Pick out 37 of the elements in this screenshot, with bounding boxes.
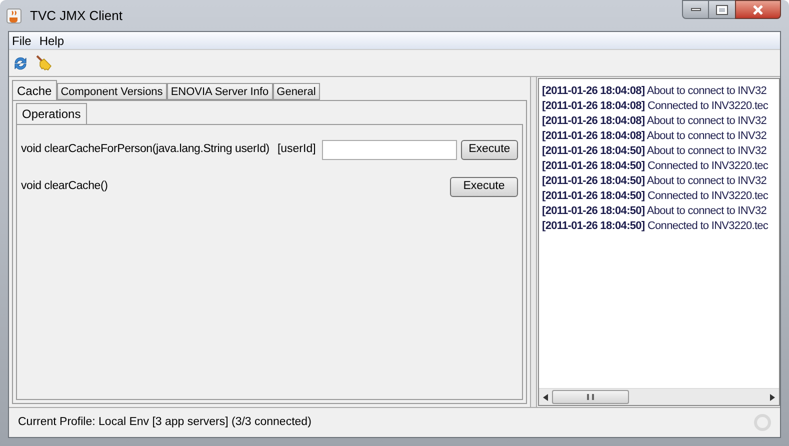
menu-item[interactable]: Help — [39, 32, 64, 50]
menu-item[interactable]: File — [12, 32, 32, 50]
log-line: [2011-01-26 18:04:50] About to connect to INV32 — [542, 144, 768, 159]
log-line: [2011-01-26 18:04:50] About to connect to INV32 — [542, 174, 768, 189]
log-line: [2011-01-26 18:04:08] About to connect to INV32 — [542, 84, 768, 99]
window-title: TVC JMX Client — [30, 6, 122, 25]
tab[interactable]: ENOVIA Server Info — [166, 83, 273, 100]
scroll-left-icon[interactable] — [543, 394, 548, 400]
coffee-cup-icon — [6, 8, 22, 24]
tab[interactable]: Operations — [16, 103, 87, 124]
close-icon — [752, 4, 764, 14]
log-line: [2011-01-26 18:04:08] About to connect to INV32 — [542, 129, 768, 144]
parameter-label: [userId] — [277, 142, 316, 157]
log-line: [2011-01-26 18:04:08] About to connect to INV32 — [542, 114, 768, 129]
scroll-right-icon[interactable] — [770, 394, 775, 400]
scrollbar-thumb[interactable] — [552, 390, 629, 404]
horizontal-scrollbar[interactable] — [539, 388, 779, 405]
log-line: [2011-01-26 18:04:50] Connected to INV3220.tec — [542, 189, 770, 204]
execute-button[interactable]: Execute — [460, 140, 518, 160]
tab[interactable]: Cache — [12, 80, 57, 100]
log-line: [2011-01-26 18:04:50] Connected to INV3220.tec — [542, 219, 770, 234]
tab[interactable]: Component Versions — [56, 83, 167, 100]
minimize-button[interactable] — [682, 0, 709, 19]
tab[interactable]: General — [272, 83, 320, 100]
operation-signature: void clearCacheForPerson(java.lang.String userId) — [21, 142, 270, 157]
log-line: [2011-01-26 18:04:08] Connected to INV3220.tec — [542, 99, 770, 114]
broom-icon[interactable] — [35, 54, 53, 72]
operation-signature: void clearCache() — [21, 178, 108, 194]
busy-indicator-icon — [754, 414, 771, 431]
execute-button[interactable]: Execute — [450, 176, 518, 196]
close-button[interactable] — [735, 0, 781, 19]
maximize-button[interactable] — [709, 0, 735, 19]
input-field[interactable] — [322, 140, 457, 160]
refresh-icon[interactable] — [12, 54, 29, 72]
status-text: Current Profile: Local Env [3 app servers] (3/3 connected) — [18, 414, 312, 430]
log-line: [2011-01-26 18:04:50] Connected to INV3220.tec — [542, 159, 770, 174]
log-line: [2011-01-26 18:04:50] About to connect to INV32 — [542, 204, 768, 219]
